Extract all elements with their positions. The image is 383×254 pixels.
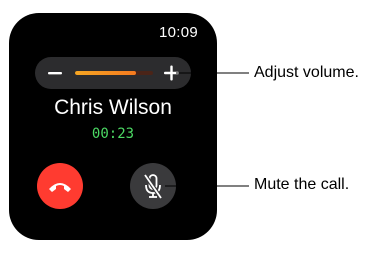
callout-mute-call: Mute the call. [254, 176, 350, 193]
callout-adjust-volume: Adjust volume. [254, 64, 359, 81]
callout-leader-lines [165, 72, 249, 187]
